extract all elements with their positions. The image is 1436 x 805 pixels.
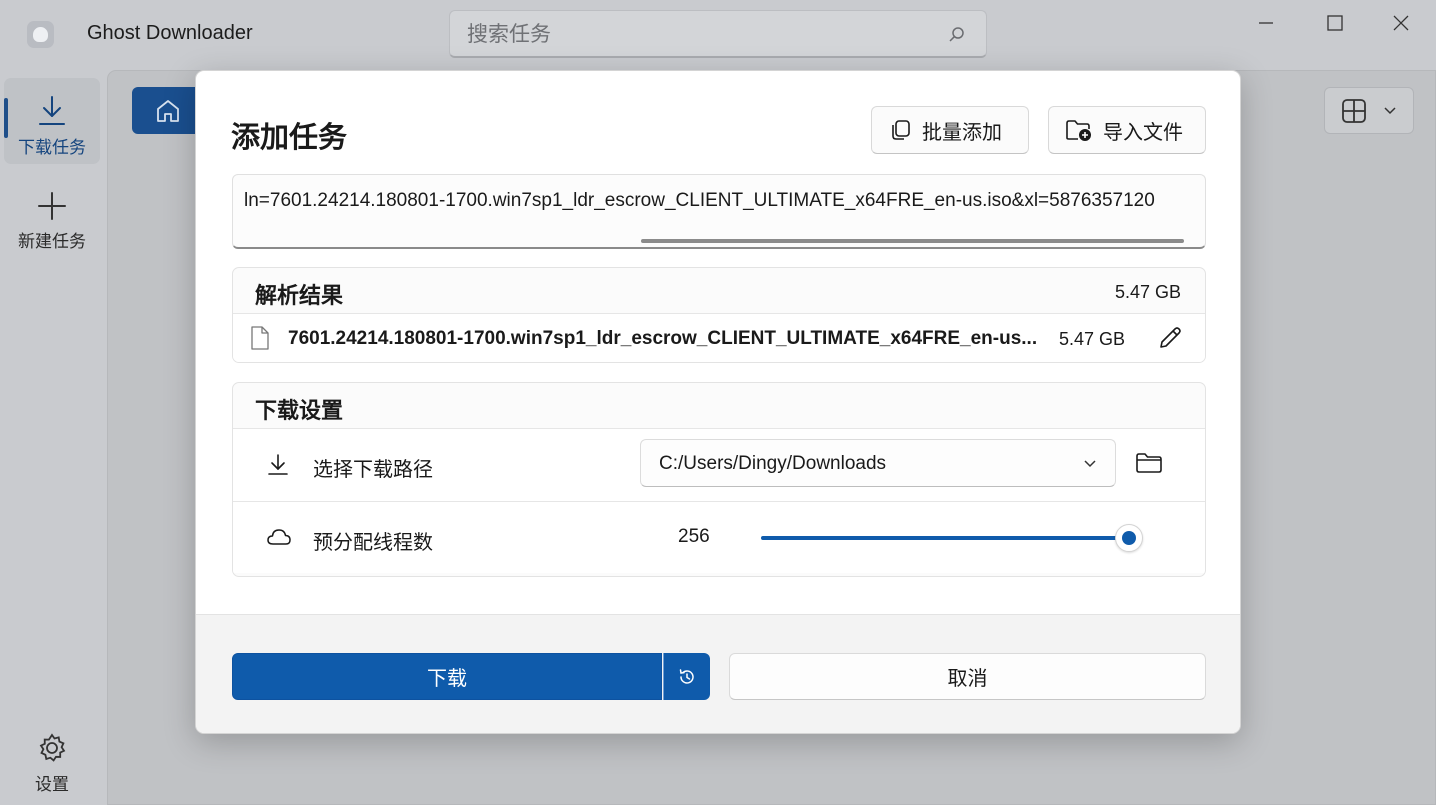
parse-result-card: 解析结果 5.47 GB 7601.24214.180801-1700.win7… [232,267,1206,363]
app-title: Ghost Downloader [87,22,253,44]
maximize-button[interactable] [1300,0,1370,45]
file-name: 7601.24214.180801-1700.win7sp1_ldr_escro… [288,328,1038,349]
search-input[interactable] [467,21,927,47]
app-logo-icon [27,21,54,48]
add-task-dialog: 添加任务 批量添加 导入文件 ln=7601.24214.180801-1700… [195,70,1241,734]
chevron-down-icon [1384,106,1396,114]
dialog-footer: 下载 取消 [196,614,1240,733]
active-indicator [4,98,8,138]
sidebar-item-downloads[interactable]: 下载任务 [4,78,100,164]
horizontal-scrollbar[interactable] [641,239,1184,243]
import-file-button[interactable]: 导入文件 [1048,106,1206,154]
sidebar-item-label: 设置 [35,775,69,795]
search-icon[interactable] [948,26,966,44]
sidebar-item-label: 新建任务 [18,232,86,252]
plus-icon [38,192,66,220]
close-icon [1393,15,1409,30]
sidebar-item-label: 下载任务 [18,138,86,158]
download-later-button[interactable] [663,653,710,700]
maximize-icon [1327,14,1343,31]
minimize-icon [1259,21,1273,24]
download-path-row: 选择下载路径 C:/Users/Dingy/Downloads [233,429,1205,501]
edit-icon[interactable] [1157,325,1183,351]
folder-icon[interactable] [1135,451,1163,475]
file-size: 5.47 GB [1059,329,1126,349]
gear-icon [39,733,66,762]
import-file-label: 导入文件 [1103,119,1183,144]
download-icon [268,454,288,475]
thread-count-slider-track[interactable] [761,536,1129,540]
thread-count-value: 256 [678,526,710,547]
download-settings-header: 下载设置 [233,383,1205,429]
layout-toggle-button[interactable] [1324,87,1414,134]
minimize-button[interactable] [1231,0,1301,45]
parse-result-title: 解析结果 [255,284,344,309]
chevron-down-icon [1084,460,1096,468]
cloud-icon [267,529,291,545]
download-path-label: 选择下载路径 [313,457,433,481]
copy-icon [892,120,910,140]
layout-icon [1342,98,1366,123]
url-input[interactable]: ln=7601.24214.180801-1700.win7sp1_ldr_es… [232,174,1206,249]
list-item[interactable]: 7601.24214.180801-1700.win7sp1_ldr_escro… [233,314,1205,362]
thread-count-row: 预分配线程数 256 [233,501,1205,573]
parse-result-header: 解析结果 5.47 GB [233,268,1205,314]
dialog-title: 添加任务 [231,120,348,154]
download-path-select[interactable]: C:/Users/Dingy/Downloads [640,439,1116,487]
download-button[interactable]: 下载 [232,653,662,700]
thread-count-label: 预分配线程数 [313,530,433,554]
folder-add-icon [1066,120,1091,141]
download-settings-card: 下载设置 选择下载路径 C:/Users/Dingy/Downloads 预分配… [232,382,1206,577]
thread-count-slider-thumb[interactable] [1115,524,1143,552]
search-box[interactable] [449,10,987,58]
title-bar: Ghost Downloader [0,0,1436,70]
home-button[interactable] [132,87,202,134]
sidebar-item-new-task[interactable]: 新建任务 [4,172,100,258]
total-size: 5.47 GB [1114,282,1181,302]
cancel-button[interactable]: 取消 [729,653,1206,700]
batch-add-button[interactable]: 批量添加 [871,106,1029,154]
batch-add-label: 批量添加 [922,119,1002,144]
download-path-value: C:/Users/Dingy/Downloads [659,453,887,474]
home-icon [157,99,179,122]
url-text[interactable]: ln=7601.24214.180801-1700.win7sp1_ldr_es… [244,190,1155,212]
download-settings-title: 下载设置 [255,399,344,424]
close-window-button[interactable] [1366,0,1436,45]
sidebar-item-settings[interactable]: 设置 [4,716,100,802]
history-icon [679,668,694,684]
file-icon [251,326,269,350]
download-icon [39,96,65,125]
